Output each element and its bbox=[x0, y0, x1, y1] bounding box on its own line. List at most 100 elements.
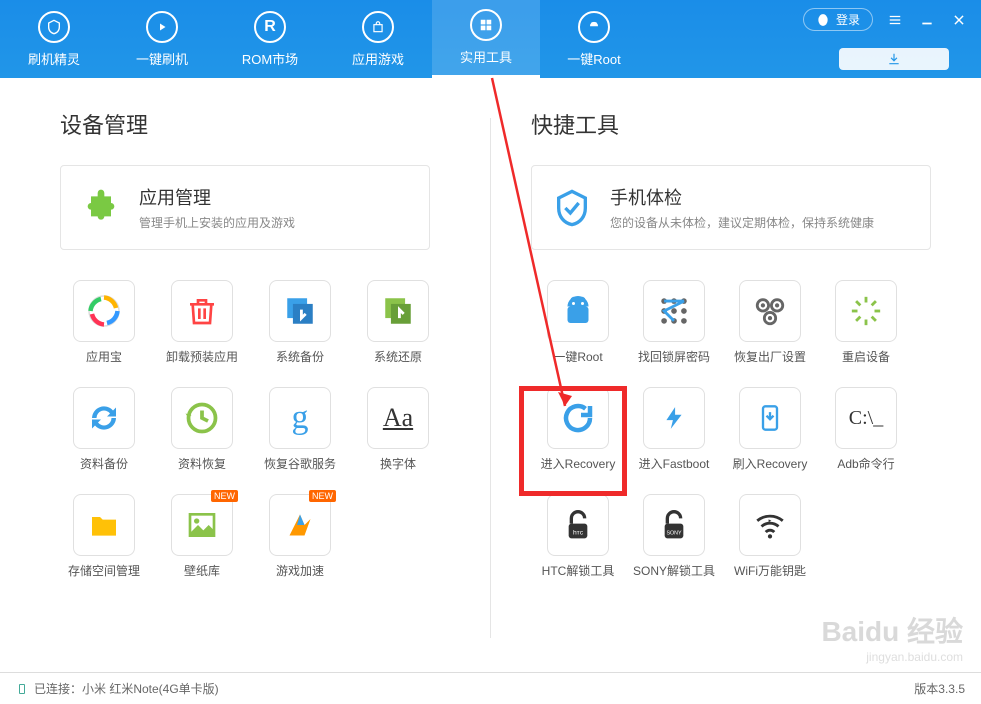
tool-data-backup[interactable]: 资料备份 bbox=[60, 387, 148, 472]
tool-label: SONY解锁工具 bbox=[633, 562, 715, 579]
svg-text:hтc: hтc bbox=[573, 529, 584, 536]
history-icon bbox=[171, 387, 233, 449]
nav-tabs: 刷机精灵 一键刷机 R ROM市场 应用游戏 实用工具 一键Root bbox=[0, 0, 648, 78]
tool-restore-google[interactable]: g恢复谷歌服务 bbox=[256, 387, 344, 472]
tool-sony-unlock[interactable]: SONY SONY解锁工具 bbox=[627, 494, 721, 579]
loading-icon bbox=[835, 280, 897, 342]
svg-text:SONY: SONY bbox=[666, 530, 682, 536]
tool-adb-cmd[interactable]: C:\_ Adb命令行 bbox=[819, 387, 913, 472]
connection-status: 已连接：小米 红米Note(4G单卡版) bbox=[34, 680, 219, 697]
close-button[interactable] bbox=[949, 10, 969, 30]
download-icon bbox=[887, 52, 901, 66]
quick-tools-section: 快捷工具 手机体检 您的设备从未体检，建议定期体检，保持系统健康 一键Root … bbox=[531, 108, 931, 668]
header-controls: 登录 bbox=[803, 8, 969, 31]
shield-check-icon bbox=[552, 186, 592, 230]
app-management-banner[interactable]: 应用管理 管理手机上安装的应用及游戏 bbox=[60, 165, 430, 250]
wifi-icon bbox=[739, 494, 801, 556]
tool-recover-lockscreen[interactable]: 找回锁屏密码 bbox=[627, 280, 721, 365]
nav-tab-utilities[interactable]: 实用工具 bbox=[432, 0, 540, 78]
banner-subtitle: 您的设备从未体检，建议定期体检，保持系统健康 bbox=[610, 214, 874, 231]
tool-label: WiFi万能钥匙 bbox=[734, 562, 806, 579]
tool-enter-recovery[interactable]: 进入Recovery bbox=[531, 387, 625, 472]
google-icon: g bbox=[269, 387, 331, 449]
r-icon: R bbox=[254, 11, 286, 43]
android-icon bbox=[578, 11, 610, 43]
tool-storage-management[interactable]: 存储空间管理 bbox=[60, 494, 148, 579]
tool-label: 游戏加速 bbox=[276, 562, 324, 579]
tool-label: 刷入Recovery bbox=[733, 455, 808, 472]
backup-icon bbox=[269, 280, 331, 342]
tool-label: 找回锁屏密码 bbox=[638, 348, 710, 365]
tool-wallpaper[interactable]: NEW壁纸库 bbox=[158, 494, 246, 579]
banner-title: 应用管理 bbox=[139, 184, 295, 210]
boost-icon bbox=[269, 494, 331, 556]
tool-data-restore[interactable]: 资料恢复 bbox=[158, 387, 246, 472]
tool-uninstall-preinstalled[interactable]: 卸载预装应用 bbox=[158, 280, 246, 365]
nav-label: 刷机精灵 bbox=[28, 49, 80, 68]
download-button[interactable] bbox=[839, 48, 949, 70]
nav-label: 一键Root bbox=[567, 49, 620, 68]
terminal-icon: C:\_ bbox=[835, 387, 897, 449]
tool-yingyongbao[interactable]: 应用宝 bbox=[60, 280, 148, 365]
tool-enter-fastboot[interactable]: 进入Fastboot bbox=[627, 387, 721, 472]
swirl-icon bbox=[73, 280, 135, 342]
tool-label: 换字体 bbox=[380, 455, 416, 472]
vertical-divider bbox=[490, 118, 491, 638]
minimize-button[interactable] bbox=[917, 10, 937, 30]
login-label: 登录 bbox=[836, 11, 860, 28]
tool-reboot[interactable]: 重启设备 bbox=[819, 280, 913, 365]
tool-change-font[interactable]: Aa换字体 bbox=[354, 387, 442, 472]
content: 设备管理 应用管理 管理手机上安装的应用及游戏 应用宝 卸载预装应用 系统备份 … bbox=[0, 78, 981, 668]
tool-factory-reset[interactable]: 恢复出厂设置 bbox=[723, 280, 817, 365]
bag-icon bbox=[362, 11, 394, 43]
gears-icon bbox=[739, 280, 801, 342]
login-button[interactable]: 登录 bbox=[803, 8, 873, 31]
htc-unlock-icon: hтc bbox=[547, 494, 609, 556]
tool-label: 资料恢复 bbox=[178, 455, 226, 472]
tool-label: 进入Fastboot bbox=[639, 455, 710, 472]
tool-wifi-key[interactable]: WiFi万能钥匙 bbox=[723, 494, 817, 579]
version-label: 版本3.3.5 bbox=[914, 680, 965, 697]
puzzle-icon bbox=[81, 188, 121, 228]
nav-tab-root[interactable]: 一键Root bbox=[540, 0, 648, 78]
tool-flash-recovery[interactable]: 刷入Recovery bbox=[723, 387, 817, 472]
image-icon bbox=[171, 494, 233, 556]
section-title: 设备管理 bbox=[60, 108, 460, 140]
nav-tab-apps-games[interactable]: 应用游戏 bbox=[324, 0, 432, 78]
tool-game-boost[interactable]: NEW游戏加速 bbox=[256, 494, 344, 579]
tool-label: 恢复出厂设置 bbox=[734, 348, 806, 365]
device-management-section: 设备管理 应用管理 管理手机上安装的应用及游戏 应用宝 卸载预装应用 系统备份 … bbox=[60, 108, 460, 668]
right-tools-grid: 一键Root 找回锁屏密码 恢复出厂设置 重启设备 进入Recovery 进入F… bbox=[531, 280, 931, 579]
tool-one-click-root[interactable]: 一键Root bbox=[531, 280, 625, 365]
tool-label: 壁纸库 bbox=[184, 562, 220, 579]
watermark-url: jingyan.baidu.com bbox=[821, 650, 963, 664]
nav-tab-one-click-flash[interactable]: 一键刷机 bbox=[108, 0, 216, 78]
bolt-icon bbox=[643, 387, 705, 449]
nav-tab-flash-genie[interactable]: 刷机精灵 bbox=[0, 0, 108, 78]
tool-label: 系统备份 bbox=[276, 348, 324, 365]
nav-tab-rom-market[interactable]: R ROM市场 bbox=[216, 0, 324, 78]
tool-label: 一键Root bbox=[553, 348, 602, 365]
tool-label: 资料备份 bbox=[80, 455, 128, 472]
play-icon bbox=[146, 11, 178, 43]
tool-system-restore[interactable]: 系统还原 bbox=[354, 280, 442, 365]
new-badge: NEW bbox=[309, 490, 336, 502]
phone-checkup-banner[interactable]: 手机体检 您的设备从未体检，建议定期体检，保持系统健康 bbox=[531, 165, 931, 250]
banner-subtitle: 管理手机上安装的应用及游戏 bbox=[139, 214, 295, 231]
tool-label: Adb命令行 bbox=[837, 455, 894, 472]
tool-system-backup[interactable]: 系统备份 bbox=[256, 280, 344, 365]
penguin-icon bbox=[816, 13, 830, 27]
tool-htc-unlock[interactable]: hтc HTC解锁工具 bbox=[531, 494, 625, 579]
nav-label: ROM市场 bbox=[242, 49, 298, 68]
grid-icon bbox=[470, 9, 502, 41]
menu-button[interactable] bbox=[885, 10, 905, 30]
tool-label: HTC解锁工具 bbox=[542, 562, 615, 579]
reload-icon bbox=[547, 387, 609, 449]
nav-label: 一键刷机 bbox=[136, 49, 188, 68]
nav-label: 实用工具 bbox=[460, 47, 512, 66]
tool-label: 卸载预装应用 bbox=[166, 348, 238, 365]
connected-icon bbox=[16, 683, 28, 695]
sony-unlock-icon: SONY bbox=[643, 494, 705, 556]
section-title: 快捷工具 bbox=[531, 108, 931, 140]
folder-icon bbox=[73, 494, 135, 556]
